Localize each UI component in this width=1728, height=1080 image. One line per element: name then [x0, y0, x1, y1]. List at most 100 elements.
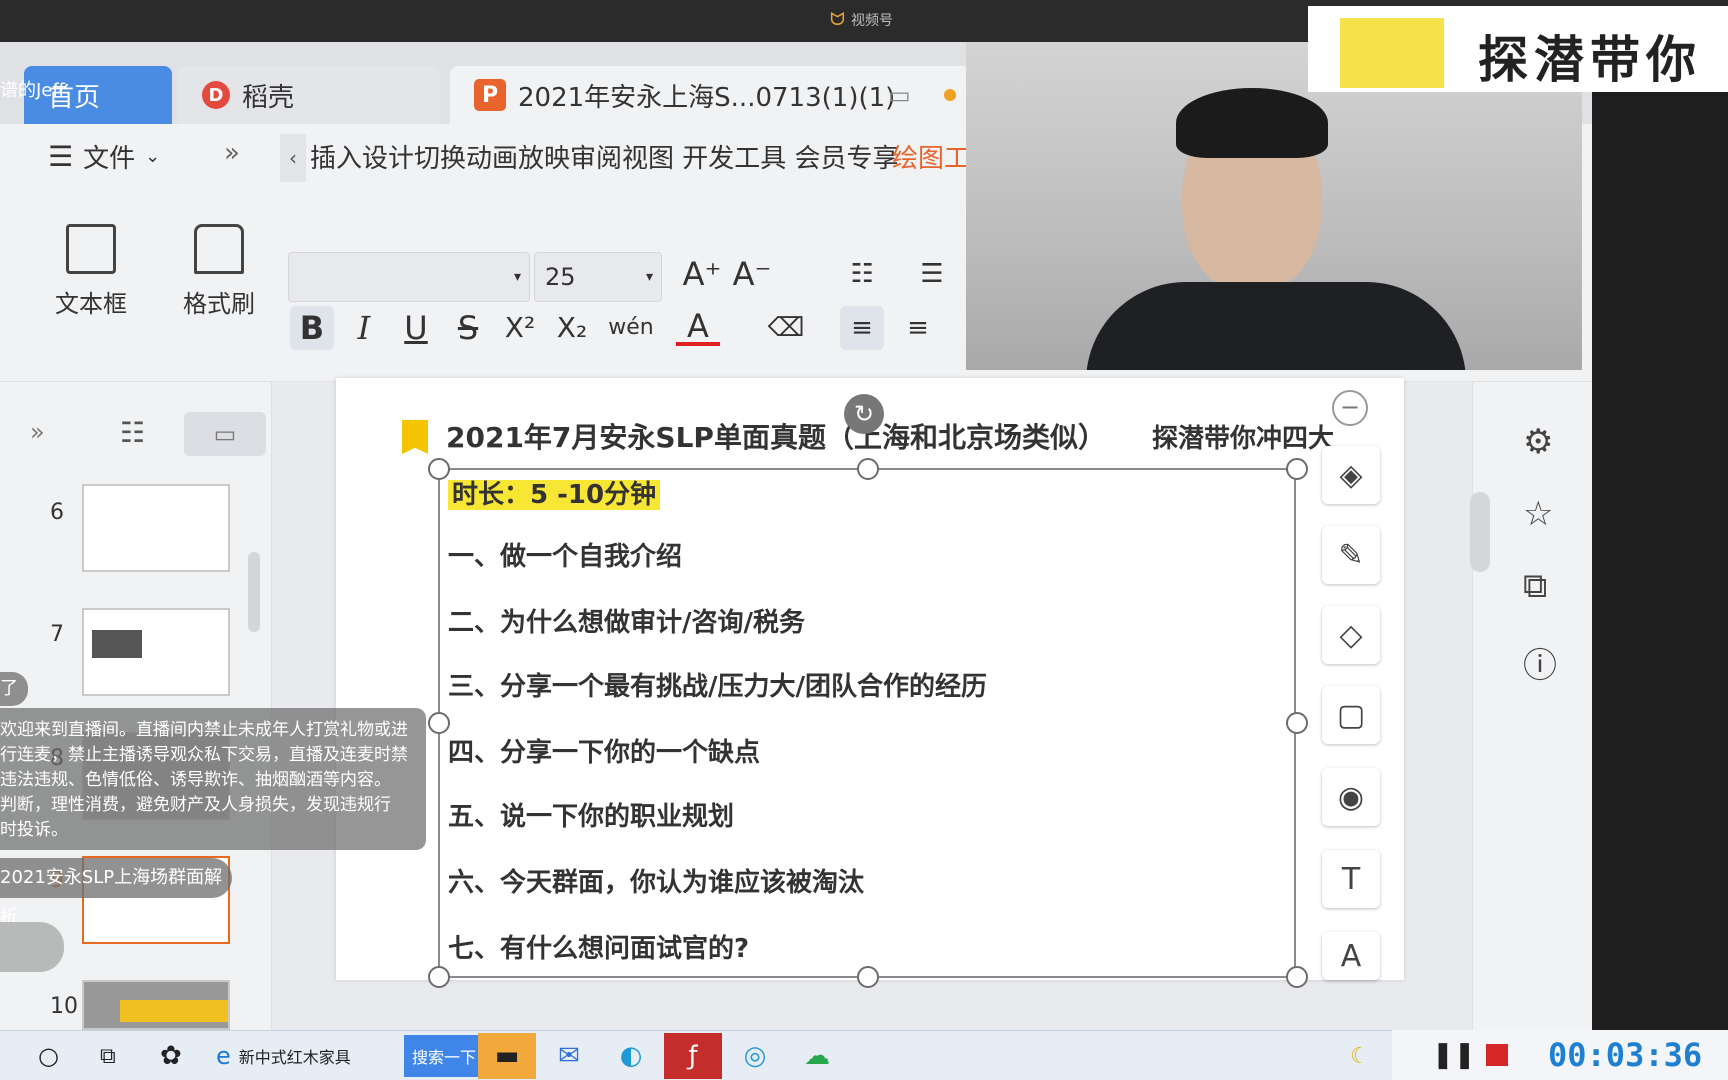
pause-icon[interactable]: ❚❚ [1432, 1040, 1476, 1070]
text-wrap-icon[interactable]: T [1322, 850, 1380, 908]
ribbon-scroll-left[interactable]: ‹ [280, 134, 306, 182]
monitor-icon[interactable]: ▭ [888, 81, 911, 109]
pinyin-button[interactable]: wén [604, 306, 658, 350]
brand-banner: 探潜带你 [1308, 6, 1728, 92]
layers-icon[interactable]: ◈ [1322, 446, 1380, 504]
hamburger-icon: ☰ [48, 140, 74, 173]
browser-search[interactable]: e 新中式红木家具 [216, 1035, 351, 1077]
chevron-down-icon: ⌄ [145, 146, 161, 167]
slide-tag: 探潜带你冲四大 [1152, 424, 1335, 454]
resize-handle[interactable] [1286, 966, 1308, 988]
resize-handle[interactable] [428, 458, 450, 480]
flash-icon[interactable]: ƒ [664, 1033, 722, 1079]
camera-app-icon[interactable]: ◎ [726, 1033, 784, 1079]
italic-button[interactable]: I [342, 306, 386, 350]
brand-logo [1340, 18, 1444, 88]
outline-view-icon[interactable]: ☷ [120, 416, 145, 449]
tab-docer[interactable]: D 稻壳 [178, 66, 440, 124]
search-button[interactable]: 搜索一下 [404, 1035, 485, 1077]
resize-handle[interactable] [1286, 458, 1308, 480]
underline-button[interactable]: U [394, 306, 438, 350]
file-explorer-icon[interactable]: ▬ [478, 1033, 536, 1079]
mail-icon[interactable]: ✉ [540, 1033, 598, 1079]
duration-line: 时长：5 -10分钟 [448, 474, 661, 511]
app-icon[interactable]: ✿ [160, 1035, 182, 1077]
expand-panel-icon[interactable]: » [30, 418, 45, 446]
fill-icon[interactable]: ◇ [1322, 606, 1380, 664]
strikethrough-button[interactable]: S [446, 306, 490, 350]
window-icon[interactable]: ⧉ [1523, 566, 1547, 606]
help-icon[interactable]: ⓘ [1523, 638, 1557, 687]
platform-label: ᗢ 视频号 [830, 9, 893, 30]
text-select-icon[interactable]: A [1322, 932, 1380, 980]
person-body [1086, 282, 1466, 370]
rotate-handle-icon[interactable]: ↻ [844, 394, 884, 434]
align-left-icon[interactable]: ≡ [840, 306, 884, 350]
star-icon[interactable]: ☆ [1523, 494, 1553, 534]
textbox-icon [66, 224, 116, 274]
subscript-button[interactable]: X₂ [550, 306, 594, 350]
collapse-icon[interactable]: − [1332, 390, 1368, 426]
lightbulb-icon[interactable]: ◉ [1322, 768, 1380, 826]
align-center-icon[interactable]: ≡ [896, 306, 940, 350]
pen-icon[interactable]: ✎ [1322, 526, 1380, 584]
question-line: 三、分享一个最有挑战/压力大/团队合作的经历 [448, 672, 987, 702]
more-menu-button[interactable]: » [224, 138, 240, 168]
slide-thumbnail[interactable] [82, 980, 230, 1030]
bookmark-icon [402, 420, 428, 454]
question-line: 二、为什么想做审计/咨询/税务 [448, 608, 805, 638]
resize-handle[interactable] [857, 458, 879, 480]
ribbon-tab-strip[interactable]: 插入设计切换动画放映审阅视图 开发工具 会员专享 [310, 138, 899, 175]
resize-handle[interactable] [857, 966, 879, 988]
slide-thumbnail[interactable] [82, 608, 230, 696]
thumb-image [92, 630, 142, 658]
file-menu[interactable]: ☰ 文件 ⌄ [48, 138, 160, 175]
task-view-icon[interactable]: ⧉ [100, 1035, 116, 1077]
format-painter-button[interactable]: 格式刷 [164, 224, 274, 319]
question-line: 四、分享一下你的一个缺点 [448, 738, 761, 768]
textbox-button[interactable]: 文本框 [36, 224, 146, 319]
bullet-list-icon[interactable]: ☷ [840, 252, 884, 296]
slide-thumbnail[interactable] [82, 484, 230, 572]
wechat-icon[interactable]: ☁ [788, 1033, 846, 1079]
slide[interactable]: 2021年7月安永SLP单面真题（上海和北京场类似） 探潜带你冲四大 ↻ − 时… [336, 378, 1404, 988]
slide-number: 6 [50, 500, 64, 525]
canvas-scrollbar[interactable] [1470, 492, 1490, 572]
brush-icon [194, 224, 244, 274]
font-name-select[interactable]: ▾ [288, 252, 530, 302]
question-line: 一、做一个自我介绍 [448, 542, 683, 572]
question-line: 六、今天群面，你认为谁应该被淘汰 [448, 868, 865, 898]
unsaved-dot-icon [944, 89, 956, 101]
font-size-select[interactable]: 25 ▾ [534, 252, 662, 302]
stop-icon[interactable] [1486, 1044, 1508, 1066]
bold-button[interactable]: B [290, 306, 334, 350]
shrink-font-button[interactable]: A⁻ [730, 252, 774, 296]
slide-number: 7 [50, 622, 64, 647]
panel-scrollbar[interactable] [248, 552, 260, 632]
docer-icon: D [202, 81, 230, 109]
adjust-icon[interactable]: ⚙ [1523, 422, 1553, 462]
font-color-button[interactable]: A [676, 306, 720, 346]
ie-icon: e [216, 1042, 231, 1070]
pinned-topic[interactable]: 2021安永SLP上海场群面解析 [0, 858, 232, 928]
superscript-button[interactable]: X² [498, 306, 542, 350]
tab-document[interactable]: P 2021年安永上海S...0713(1)(1) ▭ [450, 66, 970, 124]
person-hair [1176, 88, 1328, 158]
slide-view-button[interactable]: ▭ [184, 412, 266, 456]
presentation-icon: P [474, 79, 506, 111]
slide-title: 2021年7月安永SLP单面真题（上海和北京场类似） [446, 421, 1106, 454]
recording-widget: ❚❚ 00:03:36 [1392, 1030, 1728, 1080]
cortana-icon[interactable]: ○ [38, 1035, 59, 1077]
outline-icon[interactable]: ▢ [1322, 686, 1380, 744]
right-tool-panel: ⚙ ☆ ⧉ ⓘ [1472, 382, 1592, 1030]
text-box[interactable]: 时长：5 -10分钟 一、做一个自我介绍 二、为什么想做审计/咨询/税务 三、分… [428, 458, 1308, 988]
slide-number: 10 [50, 994, 78, 1019]
resize-handle[interactable] [1286, 712, 1308, 734]
tab-drawing-tools[interactable]: 绘图工 [892, 138, 970, 175]
grow-font-button[interactable]: A⁺ [680, 252, 724, 296]
resize-handle[interactable] [428, 712, 450, 734]
eraser-icon[interactable]: ⌫ [764, 306, 808, 350]
resize-handle[interactable] [428, 966, 450, 988]
numbered-list-icon[interactable]: ☰ [910, 252, 954, 296]
edge-icon[interactable]: ◐ [602, 1033, 660, 1079]
